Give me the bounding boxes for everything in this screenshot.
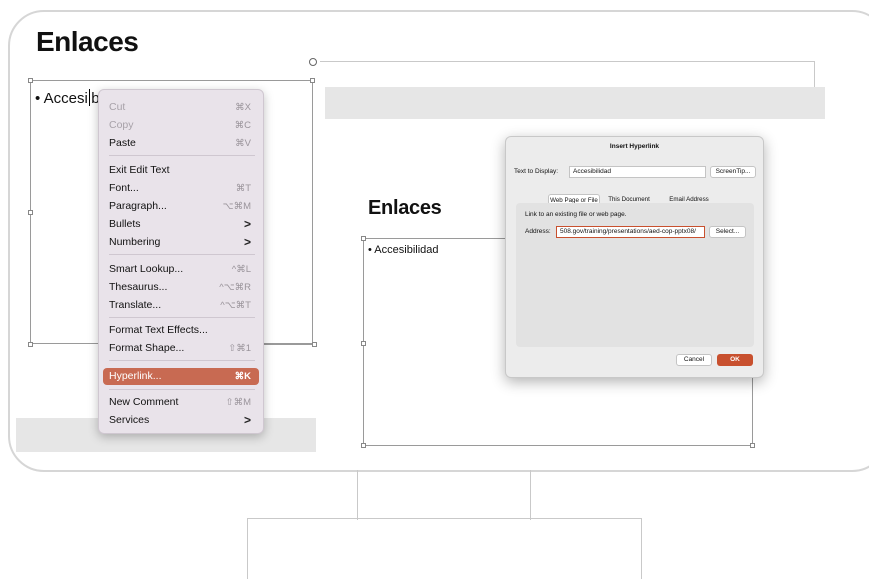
slide-title: Enlaces [36,26,139,57]
gray-band [325,87,825,119]
resize-handle[interactable] [310,78,315,83]
resize-handle[interactable] [361,236,366,241]
menu-item-exit-edit-text[interactable]: Exit Edit Text [103,163,259,178]
ok-button[interactable]: OK [717,354,753,366]
divider [247,518,358,519]
resize-handle[interactable] [312,342,317,347]
link-panel [516,203,754,347]
select-button[interactable]: Select... [709,226,746,238]
menu-separator [109,155,255,156]
context-menu: Cut ⌘X Copy ⌘C Paste ⌘V Exit Edit Text Font… [98,89,264,434]
divider [263,344,315,345]
menu-item-font[interactable]: Font... ⌘T [103,181,259,196]
menu-item-paragraph[interactable]: Paragraph... ⌥⌘M [103,199,259,214]
resize-handle[interactable] [28,342,33,347]
slide-title: Enlaces [368,197,442,219]
menu-item-cut[interactable]: Cut ⌘X [103,100,259,115]
divider [814,61,815,87]
rotate-handle-icon[interactable] [309,58,317,66]
screentip-button[interactable]: ScreenTip... [710,166,756,178]
hint-text: Link to an existing file or web page. [525,211,627,218]
menu-item-copy[interactable]: Copy ⌘C [103,118,259,133]
menu-item-bullets[interactable]: Bullets > [103,217,259,232]
text-to-display-field[interactable]: Accesibilidad [569,166,706,178]
address-input[interactable]: 508.gov/training/presentations/aed-cop-p… [556,226,705,238]
menu-item-format-text-effects[interactable]: Format Text Effects... [103,323,259,338]
address-label: Address: [525,228,551,235]
menu-separator [109,389,255,390]
insert-hyperlink-dialog: Insert Hyperlink Text to Display: Accesi… [505,136,764,378]
connector-right [530,470,531,520]
pedestal-bottom [247,518,642,579]
chevron-right-icon: > [243,413,251,427]
menu-separator [109,254,255,255]
menu-item-numbering[interactable]: Numbering > [103,235,259,250]
chevron-right-icon: > [243,217,251,231]
menu-item-format-shape[interactable]: Format Shape... ⇧⌘1 [103,341,259,356]
chevron-right-icon: > [243,235,251,249]
menu-item-services[interactable]: Services > [103,413,259,428]
divider [320,61,815,62]
menu-item-hyperlink[interactable]: Hyperlink... ⌘K [103,368,259,385]
resize-handle[interactable] [361,341,366,346]
resize-handle[interactable] [28,210,33,215]
dialog-title: Insert Hyperlink [609,143,660,150]
menu-item-smart-lookup[interactable]: Smart Lookup... ^⌘L [103,262,259,277]
menu-separator [109,360,255,361]
bullet-text[interactable]: • Accesibilidad [368,244,439,256]
resize-handle[interactable] [750,443,755,448]
menu-item-translate[interactable]: Translate... ^⌥⌘T [103,298,259,313]
menu-item-new-comment[interactable]: New Comment ⇧⌘M [103,395,259,410]
cancel-button[interactable]: Cancel [676,354,712,366]
connector-left [357,470,358,520]
text-to-display-label: Text to Display: [514,168,559,175]
menu-separator [109,317,255,318]
resize-handle[interactable] [28,78,33,83]
menu-item-paste[interactable]: Paste ⌘V [103,136,259,151]
resize-handle[interactable] [361,443,366,448]
menu-item-thesaurus[interactable]: Thesaurus... ^⌥⌘R [103,280,259,295]
divider [530,518,641,519]
